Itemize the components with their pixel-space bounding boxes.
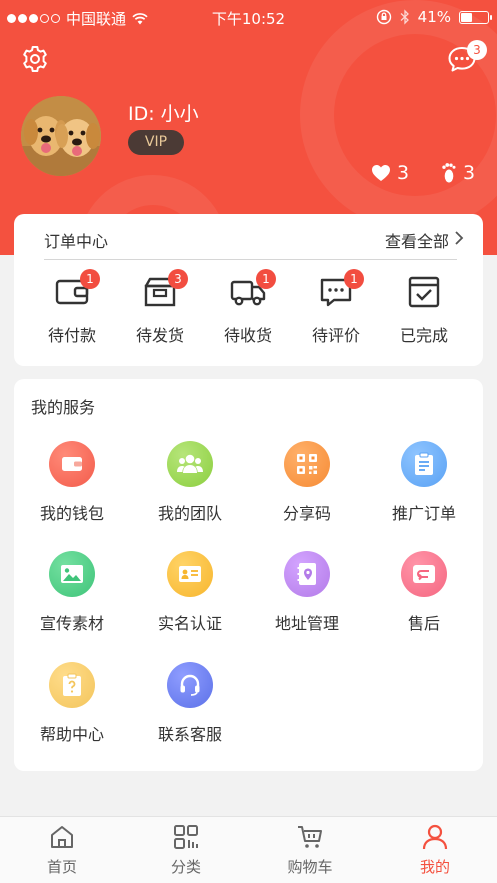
tab-home-label: 首页 <box>46 858 77 876</box>
avatar[interactable] <box>21 96 101 176</box>
service-contact-support[interactable]: 联系客服 <box>132 662 248 745</box>
order-center-card: 订单中心 查看全部 待付款 1 待发货 3 待收货 1 待评价 1 已完成 <box>14 214 483 366</box>
service-team[interactable]: 我的团队 <box>132 441 248 524</box>
tab-home[interactable]: 首页 <box>0 823 124 877</box>
bluetooth-icon <box>400 9 409 25</box>
my-services-card: 我的服务 我的钱包 我的团队 分享码 推广订单 宣传素材 实名认证 地址管理 售… <box>14 379 483 771</box>
status-bar: 中国联通 下午10:52 41% <box>0 0 497 34</box>
order-pending-review-badge: 1 <box>344 269 364 289</box>
avatar-puppies-image <box>21 96 101 176</box>
image-icon <box>61 565 83 583</box>
order-pending-shipment[interactable]: 待发货 3 <box>116 269 204 346</box>
tab-profile[interactable]: 我的 <box>373 823 497 877</box>
order-pending-payment-badge: 1 <box>80 269 100 289</box>
home-icon <box>51 826 73 848</box>
tab-cart[interactable]: 购物车 <box>248 823 372 877</box>
service-real-name-verification-circle <box>167 551 213 597</box>
service-share-code[interactable]: 分享码 <box>249 441 365 524</box>
footprints-stat[interactable]: 3 <box>441 162 475 184</box>
heart-icon <box>372 165 390 181</box>
team-icon <box>177 454 203 473</box>
service-team-label: 我的团队 <box>157 504 222 523</box>
order-completed-label: 已完成 <box>399 326 448 345</box>
order-pending-review[interactable]: 待评价 1 <box>292 269 380 346</box>
service-help-center-circle <box>49 662 95 708</box>
settings-gear-icon[interactable] <box>20 44 50 74</box>
vip-badge: VIP <box>128 130 184 155</box>
service-real-name-verification[interactable]: 实名认证 <box>132 551 248 634</box>
tab-cart-label: 购物车 <box>287 858 333 876</box>
message-badge: 3 <box>467 40 487 60</box>
order-pending-review-label: 待评价 <box>311 326 360 345</box>
clipboard-icon <box>415 452 433 475</box>
completed-icon <box>408 276 440 308</box>
likes-count: 3 <box>397 162 410 184</box>
service-promo-orders-label: 推广订单 <box>391 504 456 523</box>
chevron-right-icon[interactable] <box>453 230 465 246</box>
service-share-code-label: 分享码 <box>282 504 331 523</box>
service-contact-support-circle <box>167 662 213 708</box>
service-wallet[interactable]: 我的钱包 <box>14 441 130 524</box>
order-pending-receipt-label: 待收货 <box>223 326 272 345</box>
id-card-icon <box>179 566 201 582</box>
likes-stat[interactable]: 3 <box>371 162 409 184</box>
order-pending-payment[interactable]: 待付款 1 <box>28 269 116 346</box>
service-help-center-label: 帮助中心 <box>39 725 104 744</box>
qrcode-icon <box>297 454 317 474</box>
service-address-management-circle <box>284 551 330 597</box>
order-pending-shipment-badge: 3 <box>168 269 188 289</box>
service-wallet-label: 我的钱包 <box>39 504 104 523</box>
service-address-management-label: 地址管理 <box>274 614 339 633</box>
service-promo-materials[interactable]: 宣传素材 <box>14 551 130 634</box>
header-decoration <box>300 0 497 230</box>
service-real-name-verification-label: 实名认证 <box>157 614 222 633</box>
my-services-title: 我的服务 <box>31 398 96 417</box>
service-wallet-circle <box>49 441 95 487</box>
category-icon <box>174 825 198 849</box>
address-book-icon <box>297 563 316 585</box>
service-after-sales-label: 售后 <box>407 614 440 633</box>
service-after-sales-circle <box>401 551 447 597</box>
help-icon <box>63 673 81 696</box>
service-team-circle <box>167 441 213 487</box>
tab-category-label: 分类 <box>170 858 201 876</box>
order-pending-receipt[interactable]: 待收货 1 <box>204 269 292 346</box>
cart-icon <box>298 826 322 848</box>
service-promo-materials-label: 宣传素材 <box>39 614 104 633</box>
orientation-lock-icon <box>376 9 391 25</box>
headset-icon <box>180 674 200 696</box>
service-promo-materials-circle <box>49 551 95 597</box>
service-share-code-circle <box>284 441 330 487</box>
service-address-management[interactable]: 地址管理 <box>249 551 365 634</box>
service-help-center[interactable]: 帮助中心 <box>14 662 130 745</box>
return-icon <box>413 565 435 583</box>
user-id: ID: 小小 <box>128 103 199 125</box>
footprint-icon <box>442 163 456 183</box>
service-promo-orders[interactable]: 推广订单 <box>366 441 482 524</box>
tab-profile-label: 我的 <box>419 858 450 876</box>
bottom-tab-bar: 首页 分类 购物车 我的 <box>0 816 497 883</box>
battery-percent: 41% <box>417 8 451 26</box>
view-all-orders-link[interactable]: 查看全部 <box>385 228 449 252</box>
divider <box>44 259 457 260</box>
order-completed[interactable]: 已完成 <box>380 274 468 346</box>
order-pending-payment-label: 待付款 <box>47 326 96 345</box>
battery-icon <box>459 10 492 24</box>
order-pending-receipt-badge: 1 <box>256 269 276 289</box>
order-center-title: 订单中心 <box>44 232 109 251</box>
user-icon <box>422 824 448 850</box>
service-after-sales[interactable]: 售后 <box>366 551 482 634</box>
tab-category[interactable]: 分类 <box>124 823 248 877</box>
footprints-count: 3 <box>463 162 476 184</box>
wallet-icon <box>62 457 82 471</box>
service-promo-orders-circle <box>401 441 447 487</box>
service-contact-support-label: 联系客服 <box>157 725 222 744</box>
order-pending-shipment-label: 待发货 <box>135 326 184 345</box>
